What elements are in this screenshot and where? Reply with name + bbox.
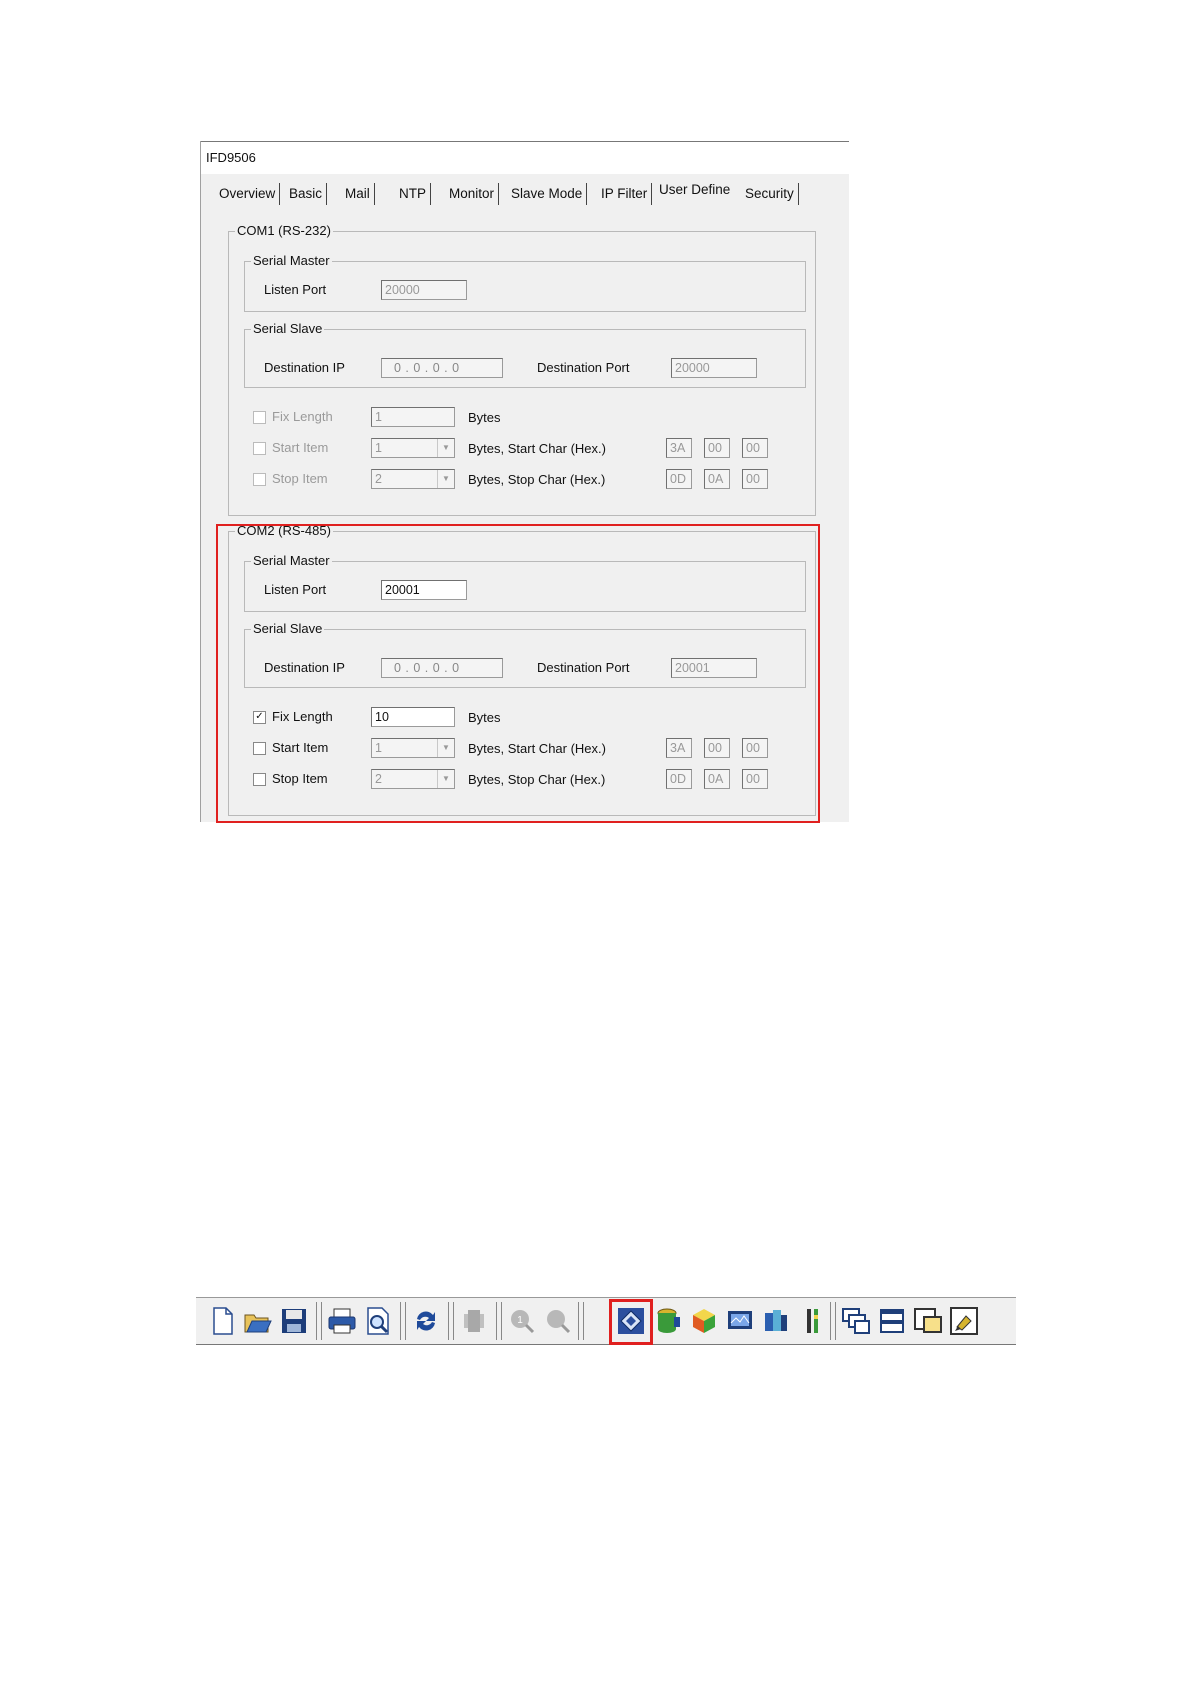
tools-icon[interactable]: [760, 1305, 792, 1337]
new-icon[interactable]: [206, 1305, 238, 1337]
com1-start-char-3[interactable]: 00: [742, 438, 768, 458]
print-preview-icon[interactable]: [362, 1305, 394, 1337]
com1-serial-master-title: Serial Master: [253, 253, 330, 268]
tab-user-define[interactable]: User Define: [655, 179, 734, 201]
com1-start-item-value: 1: [375, 441, 382, 455]
com1-stop-item-value: 2: [375, 472, 382, 486]
com1-fix-length-unit: Bytes: [468, 410, 501, 425]
tab-ip-filter[interactable]: IP Filter: [597, 183, 653, 205]
io-icon[interactable]: [796, 1305, 828, 1337]
com1-dest-port-input[interactable]: 20000: [671, 358, 757, 378]
tab-security[interactable]: Security: [741, 183, 799, 205]
device-icon: [464, 1310, 484, 1332]
network-config-highlight-box: [609, 1299, 653, 1345]
com1-fix-length-input[interactable]: 1: [371, 407, 455, 427]
com1-start-item-checkbox[interactable]: [253, 442, 266, 455]
open-icon[interactable]: [242, 1305, 274, 1337]
com1-serial-master-group: Serial Master: [244, 254, 806, 312]
com1-stop-item-checkbox[interactable]: [253, 473, 266, 486]
com1-stop-char-3[interactable]: 00: [742, 469, 768, 489]
com1-stop-item-label: Stop Item: [272, 471, 328, 486]
search-icon: 1: [511, 1310, 535, 1334]
com1-listen-port-input[interactable]: 20000: [381, 280, 467, 300]
chevron-down-icon: ▼: [437, 439, 454, 457]
cascade-icon[interactable]: [840, 1305, 872, 1337]
window-icon[interactable]: [912, 1305, 944, 1337]
com1-stop-item-unit: Bytes, Stop Char (Hex.): [468, 472, 606, 487]
tab-ntp[interactable]: NTP: [395, 183, 431, 205]
com1-start-item-select[interactable]: 1 ▼: [371, 438, 455, 458]
toolbar-separator: [400, 1302, 406, 1340]
monitor-icon[interactable]: [724, 1305, 756, 1337]
com1-fix-length-label: Fix Length: [272, 409, 333, 424]
tab-mail[interactable]: Mail: [341, 183, 375, 205]
com1-dest-ip-input[interactable]: 0 . 0 . 0 . 0: [381, 358, 503, 378]
title-bar: IFD9506: [201, 141, 849, 174]
database-icon[interactable]: [652, 1305, 684, 1337]
com1-start-char-1[interactable]: 3A: [666, 438, 692, 458]
com1-dest-port-label: Destination Port: [537, 360, 630, 375]
com1-title: COM1 (RS-232): [237, 223, 331, 238]
search-all-icon: [547, 1310, 571, 1334]
toolbar-separator: [578, 1302, 584, 1340]
svg-text:1: 1: [517, 1315, 523, 1326]
window-title: IFD9506: [206, 150, 256, 165]
refresh-icon[interactable]: [410, 1305, 442, 1337]
module-icon[interactable]: [688, 1305, 720, 1337]
toolbar-separator: [448, 1302, 454, 1340]
com1-serial-slave-title: Serial Slave: [253, 321, 323, 336]
chevron-down-icon: ▼: [437, 470, 454, 488]
com2-highlight-box: [216, 524, 820, 823]
tile-icon[interactable]: [876, 1305, 908, 1337]
com1-listen-port-label: Listen Port: [264, 282, 327, 297]
tab-basic[interactable]: Basic: [285, 183, 328, 205]
com1-dest-ip-label: Destination IP: [264, 360, 345, 375]
tab-overview[interactable]: Overview: [215, 183, 281, 205]
print-icon[interactable]: [326, 1305, 358, 1337]
com1-stop-char-1[interactable]: 0D: [666, 469, 692, 489]
save-icon[interactable]: [278, 1305, 310, 1337]
com1-stop-item-select[interactable]: 2 ▼: [371, 469, 455, 489]
com1-start-item-unit: Bytes, Start Char (Hex.): [468, 441, 606, 456]
tab-slave-mode[interactable]: Slave Mode: [507, 183, 588, 205]
com1-start-item-label: Start Item: [272, 440, 329, 455]
com1-serial-slave-group: Serial Slave: [244, 322, 806, 388]
com1-stop-char-2[interactable]: 0A: [704, 469, 730, 489]
toolbar-separator: [316, 1302, 322, 1340]
com1-start-char-2[interactable]: 00: [704, 438, 730, 458]
com1-fix-length-checkbox[interactable]: [253, 411, 266, 424]
about-icon[interactable]: [948, 1305, 980, 1337]
toolbar-separator: [496, 1302, 502, 1340]
toolbar-separator: [830, 1302, 836, 1340]
tab-monitor[interactable]: Monitor: [445, 183, 500, 205]
toolbar: 1: [196, 1297, 1016, 1345]
